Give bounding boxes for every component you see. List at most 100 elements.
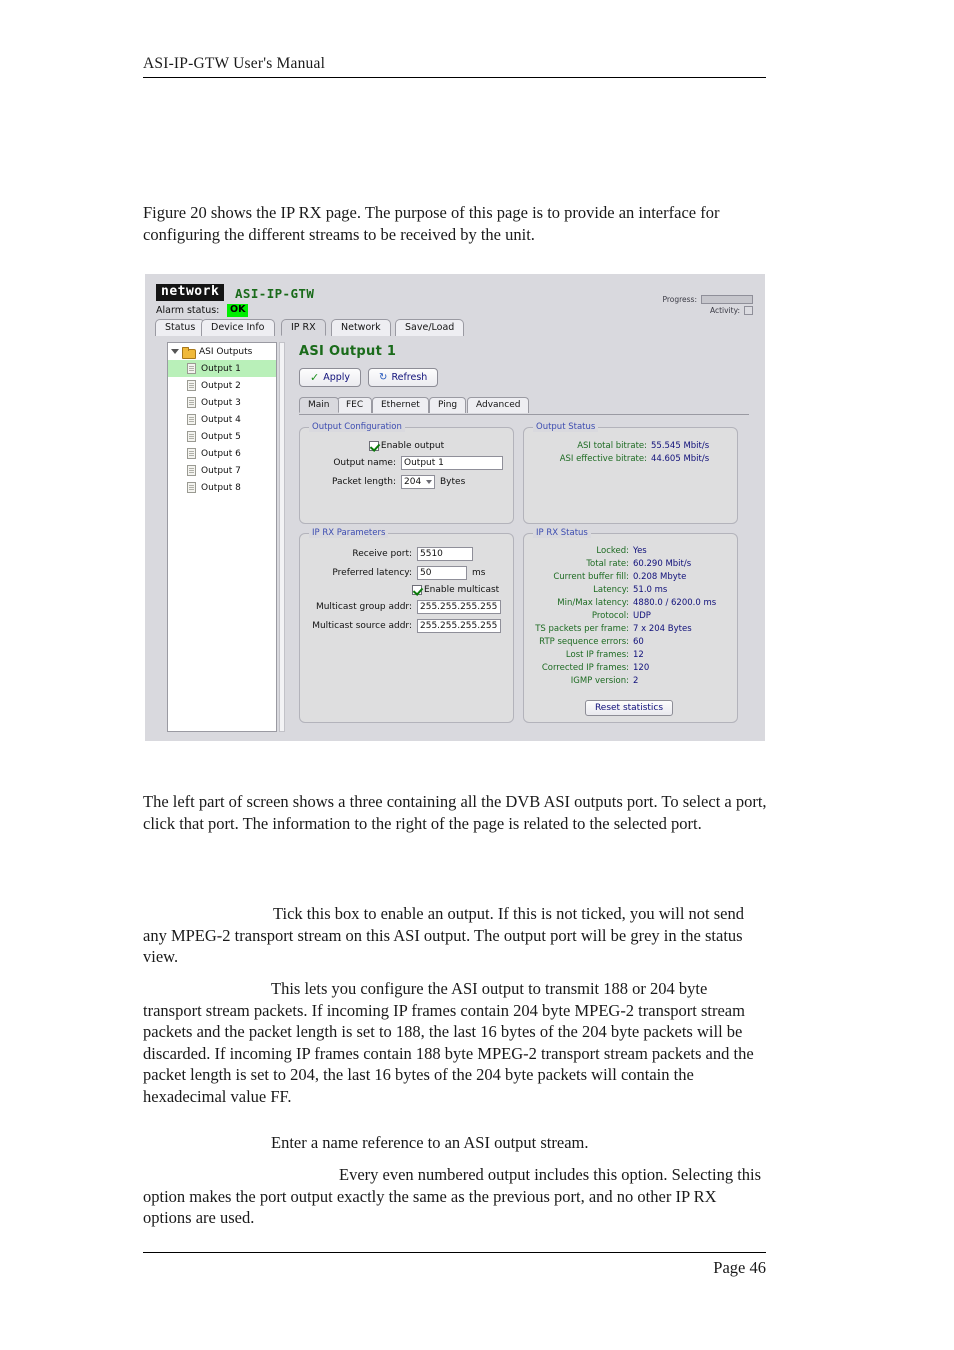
output-name-input[interactable]: Output 1 xyxy=(401,456,503,470)
tree-item-output-1[interactable]: Output 1 xyxy=(168,360,276,377)
status-key: Current buffer fill: xyxy=(553,572,629,582)
tree-item-output-5[interactable]: Output 5 xyxy=(168,428,276,445)
tab-status[interactable]: Status xyxy=(155,319,206,336)
panel-button-row: ✓ Apply ↻ Refresh xyxy=(299,368,439,387)
apply-button[interactable]: ✓ Apply xyxy=(299,368,362,387)
tree-item-output-8[interactable]: Output 8 xyxy=(168,479,276,496)
tree-scrollbar[interactable] xyxy=(279,342,285,732)
alarm-status-label: Alarm status: xyxy=(156,305,220,316)
subtab-fec[interactable]: FEC xyxy=(337,397,373,413)
packet-length-select[interactable]: 204 xyxy=(401,475,435,489)
tree-item-output-3[interactable]: Output 3 xyxy=(168,394,276,411)
status-key: Latency: xyxy=(593,585,629,595)
tab-save-load[interactable]: Save/Load xyxy=(395,319,465,336)
multicast-group-input[interactable]: 255.255.255.255 xyxy=(417,600,501,614)
status-row: RTP sequence errors: 60 xyxy=(529,636,729,649)
tree-item-output-2[interactable]: Output 2 xyxy=(168,377,276,394)
subtab-ping[interactable]: Ping xyxy=(429,397,467,413)
enable-output-row: Enable output xyxy=(308,441,505,451)
preferred-latency-input[interactable]: 50 xyxy=(417,566,467,580)
apply-button-label: Apply xyxy=(323,372,351,383)
packet-length-row: Packet length: 204 Bytes xyxy=(308,475,505,489)
status-value: 44.605 Mbit/s xyxy=(651,454,710,464)
preferred-latency-label: Preferred latency: xyxy=(332,568,412,578)
paragraph-intro: Figure 20 shows the IP RX page. The purp… xyxy=(143,203,720,244)
multicast-source-label: Multicast source addr: xyxy=(312,621,412,631)
document-icon xyxy=(187,397,196,408)
enable-multicast-label: Enable multicast xyxy=(424,585,500,595)
status-key: TS packets per frame: xyxy=(535,624,629,634)
paragraph-packet-length: This lets you configure the ASI output t… xyxy=(143,978,767,1107)
tree-item-label: Output 6 xyxy=(201,448,241,459)
tree-item-label: Output 3 xyxy=(201,397,241,408)
status-value: 12 xyxy=(633,650,644,660)
paragraph-output-name-text: Enter a name reference to an ASI output … xyxy=(271,1133,589,1152)
refresh-button[interactable]: ↻ Refresh xyxy=(368,368,439,387)
receive-port-row: Receive port: 5510 xyxy=(304,547,505,561)
status-value: 4880.0 / 6200.0 ms xyxy=(633,598,717,608)
preferred-latency-row: Preferred latency: 50 ms xyxy=(304,566,505,580)
tree-item-label: Output 5 xyxy=(201,431,241,442)
output-name-label: Output name: xyxy=(333,458,396,468)
status-value: 0.208 Mbyte xyxy=(633,572,687,582)
ip-rx-status-group: IP RX Status Locked: Yes Total rate: 60.… xyxy=(523,528,738,723)
status-key: Total rate: xyxy=(586,559,629,569)
packet-length-value: 204 xyxy=(404,476,422,487)
ip-rx-parameters-group: IP RX Parameters Receive port: 5510 Pref… xyxy=(299,528,514,723)
status-value: 2 xyxy=(633,676,639,686)
tree-root-asi-outputs[interactable]: ASI Outputs xyxy=(168,343,276,360)
paragraph-tree-desc: The left part of screen shows a three co… xyxy=(143,792,767,833)
document-icon xyxy=(187,431,196,442)
document-icon xyxy=(187,414,196,425)
document-icon xyxy=(187,448,196,459)
status-row: Latency: 51.0 ms xyxy=(529,584,729,597)
status-value: UDP xyxy=(633,611,651,621)
paragraph-enable-output-text: Tick this box to enable an output. If th… xyxy=(143,904,744,966)
tree-root-label: ASI Outputs xyxy=(199,346,253,357)
progress-row: Progress: xyxy=(662,294,753,305)
multicast-group-label: Multicast group addr: xyxy=(315,602,412,612)
tree-item-label: Output 2 xyxy=(201,380,241,391)
status-row: TS packets per frame: 7 x 204 Bytes xyxy=(529,623,729,636)
multicast-source-input[interactable]: 255.255.255.255 xyxy=(417,619,501,633)
running-header: ASI-IP-GTW User's Manual xyxy=(143,55,326,72)
status-row: Total rate: 60.290 Mbit/s xyxy=(529,558,729,571)
document-icon xyxy=(187,363,196,374)
output-configuration-legend: Output Configuration xyxy=(309,422,405,432)
status-value: 120 xyxy=(633,663,650,673)
header-rule xyxy=(143,77,766,78)
indicator-group: Progress: Activity: xyxy=(662,294,753,316)
subtab-main[interactable]: Main xyxy=(299,397,339,413)
reset-statistics-button[interactable]: Reset statistics xyxy=(584,700,674,716)
tree-item-output-6[interactable]: Output 6 xyxy=(168,445,276,462)
asi-outputs-tree[interactable]: ASI Outputs Output 1 Output 2 Output 3 O… xyxy=(167,342,277,732)
refresh-button-label: Refresh xyxy=(391,372,428,383)
enable-output-checkbox[interactable] xyxy=(368,441,379,451)
receive-port-label: Receive port: xyxy=(352,549,412,559)
receive-port-input[interactable]: 5510 xyxy=(417,547,473,561)
enable-multicast-checkbox[interactable] xyxy=(412,585,422,595)
tab-network[interactable]: Network xyxy=(331,319,391,336)
tree-item-label: Output 8 xyxy=(201,482,241,493)
status-row: Protocol: UDP xyxy=(529,610,729,623)
progress-bar xyxy=(701,295,753,304)
subtab-ethernet[interactable]: Ethernet xyxy=(372,397,429,413)
enable-output-label: Enable output xyxy=(380,441,445,451)
status-row: IGMP version: 2 xyxy=(529,675,729,688)
paragraph-enable-output: Tick this box to enable an output. If th… xyxy=(143,903,767,968)
tree-item-output-7[interactable]: Output 7 xyxy=(168,462,276,479)
status-row: Locked: Yes xyxy=(529,545,729,558)
activity-indicator-icon xyxy=(744,306,753,315)
multicast-source-row: Multicast source addr: 255.255.255.255 xyxy=(304,619,505,633)
chevron-down-icon[interactable] xyxy=(171,349,179,354)
tab-device-info[interactable]: Device Info xyxy=(201,319,275,336)
tree-item-output-4[interactable]: Output 4 xyxy=(168,411,276,428)
status-row: ASI effective bitrate: 44.605 Mbit/s xyxy=(532,453,729,466)
subtab-advanced[interactable]: Advanced xyxy=(467,397,530,413)
tab-ip-rx[interactable]: IP RX xyxy=(281,319,326,336)
status-row: Corrected IP frames: 120 xyxy=(529,662,729,675)
ip-rx-status-legend: IP RX Status xyxy=(533,528,591,538)
tree-item-label: Output 4 xyxy=(201,414,241,425)
status-value: Yes xyxy=(633,546,647,556)
footer-rule xyxy=(143,1252,766,1253)
